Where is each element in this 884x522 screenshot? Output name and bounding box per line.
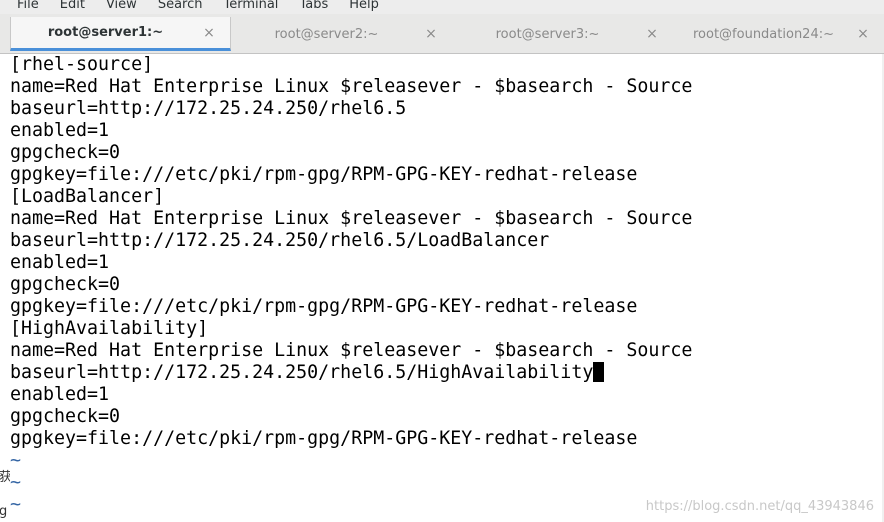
menu-tabs[interactable]: Tabs (299, 0, 328, 14)
close-icon[interactable]: × (200, 25, 218, 41)
line-text: [rhel-source] (10, 54, 154, 75)
terminal-line: enabled=1 (10, 384, 884, 406)
line-text: gpgkey=file:///etc/pki/rpm-gpg/RPM-GPG-K… (10, 296, 638, 317)
tab-server3[interactable]: root@server3:~ × (452, 17, 673, 51)
tab-label: root@foundation24:~ (692, 26, 834, 42)
menu-search[interactable]: Search (158, 0, 203, 14)
menu-file[interactable]: File (17, 0, 39, 14)
line-text: enabled=1 (10, 120, 110, 141)
line-text: baseurl=http://172.25.24.250/rhel6.5/Loa… (10, 230, 550, 251)
terminal-window: File Edit View Search Terminal Tabs Help… (0, 0, 884, 522)
menu-view[interactable]: View (106, 0, 137, 14)
empty-buffer-line: ~ (10, 472, 22, 493)
tab-bar: root@server1:~ × root@server2:~ × root@s… (0, 14, 884, 54)
line-text: enabled=1 (10, 384, 110, 405)
line-text: [LoadBalancer] (10, 186, 165, 207)
menu-terminal[interactable]: Terminal (223, 0, 278, 14)
terminal-line: name=Red Hat Enterprise Linux $releaseve… (10, 340, 884, 362)
edge-fragment: g (0, 504, 8, 519)
line-text: name=Red Hat Enterprise Linux $releaseve… (10, 76, 693, 97)
terminal-line: gpgkey=file:///etc/pki/rpm-gpg/RPM-GPG-K… (10, 296, 884, 318)
terminal-line: [HighAvailability] (10, 318, 884, 340)
line-text: [HighAvailability] (10, 318, 209, 339)
line-text: enabled=1 (10, 252, 110, 273)
tab-label: root@server3:~ (495, 26, 600, 42)
terminal-line: [rhel-source] (10, 54, 884, 76)
tab-foundation24[interactable]: root@foundation24:~ × (673, 17, 884, 51)
watermark: https://blog.csdn.net/qq_43943846 (645, 499, 874, 514)
line-text: name=Red Hat Enterprise Linux $releaseve… (10, 340, 693, 361)
menu-help[interactable]: Help (349, 0, 379, 14)
terminal-line: baseurl=http://172.25.24.250/rhel6.5 (10, 98, 884, 120)
terminal-line: gpgcheck=0 (10, 406, 884, 428)
terminal-line: baseurl=http://172.25.24.250/rhel6.5/Loa… (10, 230, 884, 252)
terminal-line: [LoadBalancer] (10, 186, 884, 208)
line-text: gpgkey=file:///etc/pki/rpm-gpg/RPM-GPG-K… (10, 428, 638, 449)
background-window-edge: 获 g (0, 54, 12, 522)
line-text: baseurl=http://172.25.24.250/rhel6.5/Hig… (10, 362, 594, 383)
terminal-line: gpgkey=file:///etc/pki/rpm-gpg/RPM-GPG-K… (10, 428, 884, 450)
empty-buffer-line: ~ (10, 450, 22, 471)
close-icon[interactable]: × (643, 26, 661, 42)
tab-server2[interactable]: root@server2:~ × (231, 17, 452, 51)
line-text: gpgcheck=0 (10, 274, 121, 295)
terminal-line: gpgcheck=0 (10, 142, 884, 164)
terminal-line: name=Red Hat Enterprise Linux $releaseve… (10, 76, 884, 98)
terminal-line: gpgkey=file:///etc/pki/rpm-gpg/RPM-GPG-K… (10, 164, 884, 186)
terminal-content[interactable]: [rhel-source] name=Red Hat Enterprise Lin… (10, 54, 884, 522)
terminal-line: enabled=1 (10, 252, 884, 274)
line-text: gpgkey=file:///etc/pki/rpm-gpg/RPM-GPG-K… (10, 164, 638, 185)
line-text: baseurl=http://172.25.24.250/rhel6.5 (10, 98, 407, 119)
menu-edit[interactable]: Edit (60, 0, 85, 14)
line-text: gpgcheck=0 (10, 142, 121, 163)
close-icon[interactable]: × (422, 26, 440, 42)
terminal-line: name=Red Hat Enterprise Linux $releaseve… (10, 208, 884, 230)
terminal-line: enabled=1 (10, 120, 884, 142)
tab-label: root@server1:~ (47, 25, 164, 40)
terminal-line: baseurl=http://172.25.24.250/rhel6.5/Hig… (10, 362, 884, 384)
line-text: gpgcheck=0 (10, 406, 121, 427)
menubar: File Edit View Search Terminal Tabs Help (0, 0, 884, 14)
tab-server1[interactable]: root@server1:~ × (10, 17, 231, 51)
line-text: name=Red Hat Enterprise Linux $releaseve… (10, 208, 693, 229)
tab-label: root@server2:~ (274, 26, 379, 42)
terminal-line: gpgcheck=0 (10, 274, 884, 296)
close-icon[interactable]: × (854, 26, 872, 42)
text-cursor (593, 362, 605, 382)
